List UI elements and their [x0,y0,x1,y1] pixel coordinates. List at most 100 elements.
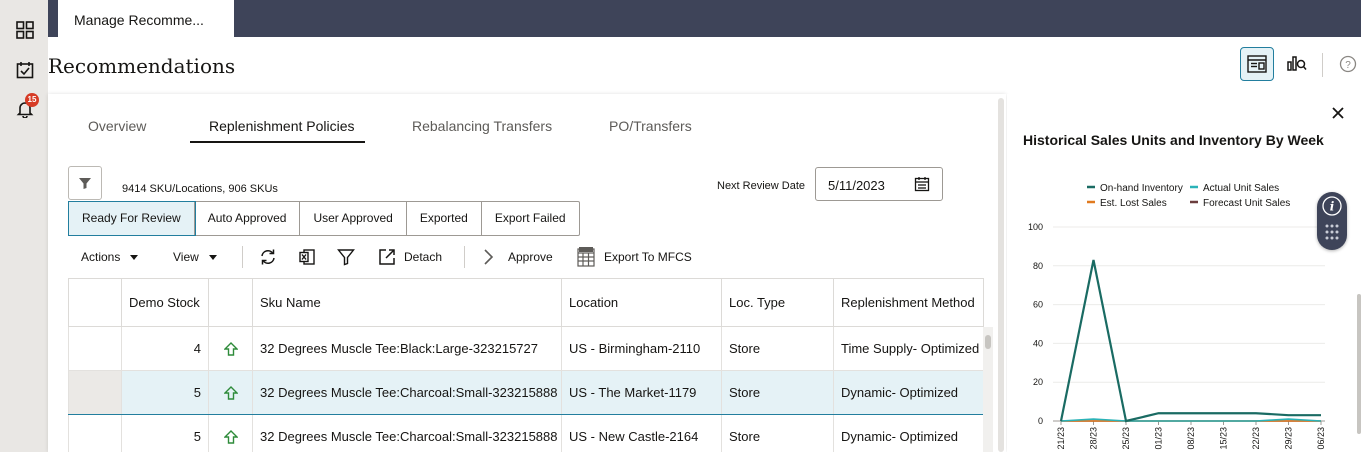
table-scrollbar[interactable] [983,327,993,452]
table-row[interactable]: 5 32 Degrees Muscle Tee:Charcoal:Small-3… [68,414,984,452]
svg-text:?: ? [1345,60,1351,71]
chart-search-button[interactable] [1280,47,1314,81]
chevron-down-icon [130,254,139,260]
top-tab-bar: Manage Recomme... [48,0,1361,37]
y-tick-label: 40 [1033,338,1043,348]
x-tick-label: 08/23 [1186,427,1196,450]
export-mfcs-button[interactable]: Export To MFCS [576,244,692,270]
series-line-on-hand-inventory [1059,259,1321,423]
active-tab-indicator [190,141,365,143]
detach-label: Detach [404,250,443,264]
y-tick-label: 60 [1033,300,1043,310]
approve-label: Approve [508,250,553,264]
trend-cell [208,414,253,452]
chart-search-icon [1287,56,1307,71]
table-row[interactable]: 4 32 Degrees Muscle Tee:Black:Large-3232… [68,326,984,371]
tab-overview[interactable]: Overview [88,118,146,134]
main-scrollbar[interactable] [998,98,1004,452]
next-review-date-field[interactable]: 5/11/2023 [815,167,943,201]
xls-export-icon [577,247,595,267]
approve-button[interactable]: Approve [482,244,553,270]
close-icon[interactable] [1327,102,1349,124]
side-panel-scrollbar[interactable] [1357,294,1361,434]
excel-icon [299,249,315,265]
help-button[interactable]: ? [1331,47,1361,81]
replenishment-method-cell: Time Supply- Optimized [833,326,984,371]
x-tick-label: 01/23 [1154,427,1164,450]
refresh-icon [261,249,275,265]
tab-rebalancing-transfers[interactable]: Rebalancing Transfers [412,118,552,134]
x-tick-label: 06/23 [1316,427,1326,450]
sku-name-cell: 32 Degrees Muscle Tee:Charcoal:Small-323… [252,370,562,415]
demo-stock-cell: 4 [121,326,209,371]
location-cell: US - New Castle-2164 [561,414,722,452]
chart-title: Historical Sales Units and Inventory By … [1023,132,1324,148]
demo-stock-cell: 5 [121,370,209,415]
info-widget[interactable]: i [1317,192,1347,250]
chevron-down-icon [208,254,217,260]
replenishment-method-cell: Dynamic- Optimized [833,414,984,452]
filter-panel-button[interactable] [68,166,102,200]
status-user-approved[interactable]: User Approved [300,202,407,235]
refresh-button[interactable] [259,244,277,270]
status-filter-group: Ready For Review Auto Approved User Appr… [68,201,580,236]
sku-name-cell: 32 Degrees Muscle Tee:Black:Large-323215… [252,326,562,371]
y-tick-label: 100 [1028,222,1043,232]
table-scrollbar-thumb[interactable] [985,335,991,349]
grid-icon[interactable] [11,16,39,44]
tab-po-transfers[interactable]: PO/Transfers [609,118,692,134]
chart-side-panel: Historical Sales Units and Inventory By … [1007,94,1361,452]
status-auto-approved[interactable]: Auto Approved [195,202,301,235]
arrow-up-icon [223,341,238,356]
actions-label: Actions [81,250,121,264]
recommendations-table: Demo Stock Sku Name Location Loc. Type R… [68,278,984,452]
column-header-trend[interactable] [208,278,253,327]
demo-stock-cell: 5 [121,414,209,452]
trend-cell [208,326,253,371]
view-menu[interactable]: View [173,244,217,270]
query-filter-button[interactable] [337,244,355,270]
help-icon: ? [1339,55,1357,73]
tab-manage-recommendations[interactable]: Manage Recomme... [58,0,234,37]
row-selector[interactable] [68,326,122,371]
svg-text:i: i [1330,200,1335,214]
column-header-sku-name[interactable]: Sku Name [252,278,562,327]
x-tick-label: 28/23 [1089,427,1099,450]
main-panel: Overview Replenishment Policies Rebalanc… [48,94,1006,452]
filter-icon [79,178,91,189]
x-tick-label: 15/23 [1219,427,1229,450]
view-label: View [173,250,199,264]
y-tick-label: 0 [1038,416,1043,426]
calendar-icon[interactable] [914,176,930,195]
task-check-icon[interactable] [11,56,39,84]
x-tick-label: 29/23 [1284,427,1294,450]
chevron-right-icon [484,249,494,265]
sku-name-cell: 32 Degrees Muscle Tee:Charcoal:Small-323… [252,414,562,452]
location-cell: US - Birmingham-2110 [561,326,722,371]
actions-menu[interactable]: Actions [81,244,139,270]
detach-button[interactable]: Detach [378,244,442,270]
trend-cell [208,370,253,415]
row-selector[interactable] [68,414,122,452]
arrow-up-icon [223,385,238,400]
column-header-select[interactable] [68,278,122,327]
table-row[interactable]: 5 32 Degrees Muscle Tee:Charcoal:Small-3… [68,370,984,415]
row-selector[interactable] [68,370,122,415]
column-header-loc-type[interactable]: Loc. Type [721,278,834,327]
column-header-demo-stock[interactable]: Demo Stock [121,278,209,327]
loc-type-cell: Store [721,414,834,452]
legend-label: Actual Unit Sales [1203,183,1279,194]
notifications-button[interactable]: 15 [11,93,39,123]
export-excel-button[interactable] [298,244,316,270]
x-tick-label: 25/23 [1121,427,1131,450]
tab-replenishment-policies[interactable]: Replenishment Policies [209,118,355,134]
status-exported[interactable]: Exported [407,202,482,235]
status-export-failed[interactable]: Export Failed [482,202,579,235]
y-tick-label: 20 [1033,377,1043,387]
column-header-replenishment-method[interactable]: Replenishment Method [833,278,984,327]
arrow-up-icon [223,429,238,444]
status-ready-for-review[interactable]: Ready For Review [68,201,196,236]
detail-view-button[interactable] [1240,47,1274,81]
column-header-location[interactable]: Location [561,278,722,327]
sales-inventory-chart: On-hand Inventory Actual Unit Sales Est. L… [1028,183,1326,450]
